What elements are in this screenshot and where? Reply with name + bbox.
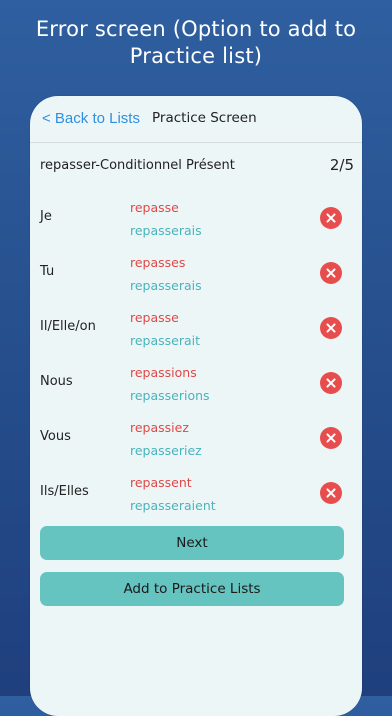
pronoun-label: Je bbox=[40, 209, 52, 224]
error-x-icon bbox=[320, 372, 342, 394]
wrong-answer: repasse bbox=[130, 200, 179, 215]
error-x-icon bbox=[320, 207, 342, 229]
correct-answer: repasserais bbox=[130, 223, 202, 238]
pronoun-label: Il/Elle/on bbox=[40, 319, 96, 334]
conjugation-row: Il/Elle/on repasse repasserait bbox=[30, 307, 362, 362]
conjugation-row: Tu repasses repasserais bbox=[30, 252, 362, 307]
headline: Error screen (Option to add to Practice … bbox=[0, 16, 392, 70]
wrong-answer: repassiez bbox=[130, 420, 189, 435]
error-x-icon bbox=[320, 427, 342, 449]
add-to-practice-lists-button[interactable]: Add to Practice Lists bbox=[40, 572, 344, 606]
conjugation-row: Je repasse repasserais bbox=[30, 197, 362, 252]
correct-answer: repasseriez bbox=[130, 443, 202, 458]
conjugation-list: Je repasse repasserais Tu repasses repas… bbox=[30, 197, 362, 527]
pronoun-label: Nous bbox=[40, 374, 73, 389]
phone-screen: < Back to Lists Practice Screen repasser… bbox=[30, 96, 362, 716]
headline-line-1: Error screen (Option to add to bbox=[35, 17, 357, 41]
error-x-icon bbox=[320, 317, 342, 339]
correct-answer: repasserions bbox=[130, 388, 210, 403]
pronoun-label: Vous bbox=[40, 429, 71, 444]
conjugation-row: Vous repassiez repasseriez bbox=[30, 417, 362, 472]
verb-header: repasser-Conditionnel Présent 2/5 bbox=[40, 156, 354, 180]
conjugation-row: Ils/Elles repassent repasseraient bbox=[30, 472, 362, 527]
verb-title: repasser-Conditionnel Présent bbox=[40, 158, 235, 173]
wrong-answer: repassions bbox=[130, 365, 197, 380]
progress-counter: 2/5 bbox=[329, 156, 354, 174]
headline-line-2: Practice list) bbox=[129, 44, 263, 68]
next-button[interactable]: Next bbox=[40, 526, 344, 560]
correct-answer: repasseraient bbox=[130, 498, 216, 513]
error-x-icon bbox=[320, 482, 342, 504]
pronoun-label: Ils/Elles bbox=[40, 484, 89, 499]
pronoun-label: Tu bbox=[40, 264, 55, 279]
wrong-answer: repasse bbox=[130, 310, 179, 325]
correct-answer: repasserait bbox=[130, 333, 201, 348]
nav-title: Practice Screen bbox=[152, 110, 257, 126]
back-to-lists-button[interactable]: < Back to Lists bbox=[42, 110, 140, 127]
correct-answer: repasserais bbox=[130, 278, 202, 293]
wrong-answer: repassent bbox=[130, 475, 192, 490]
error-x-icon bbox=[320, 262, 342, 284]
nav-bar: < Back to Lists Practice Screen bbox=[30, 96, 362, 143]
conjugation-row: Nous repassions repasserions bbox=[30, 362, 362, 417]
wrong-answer: repasses bbox=[130, 255, 186, 270]
